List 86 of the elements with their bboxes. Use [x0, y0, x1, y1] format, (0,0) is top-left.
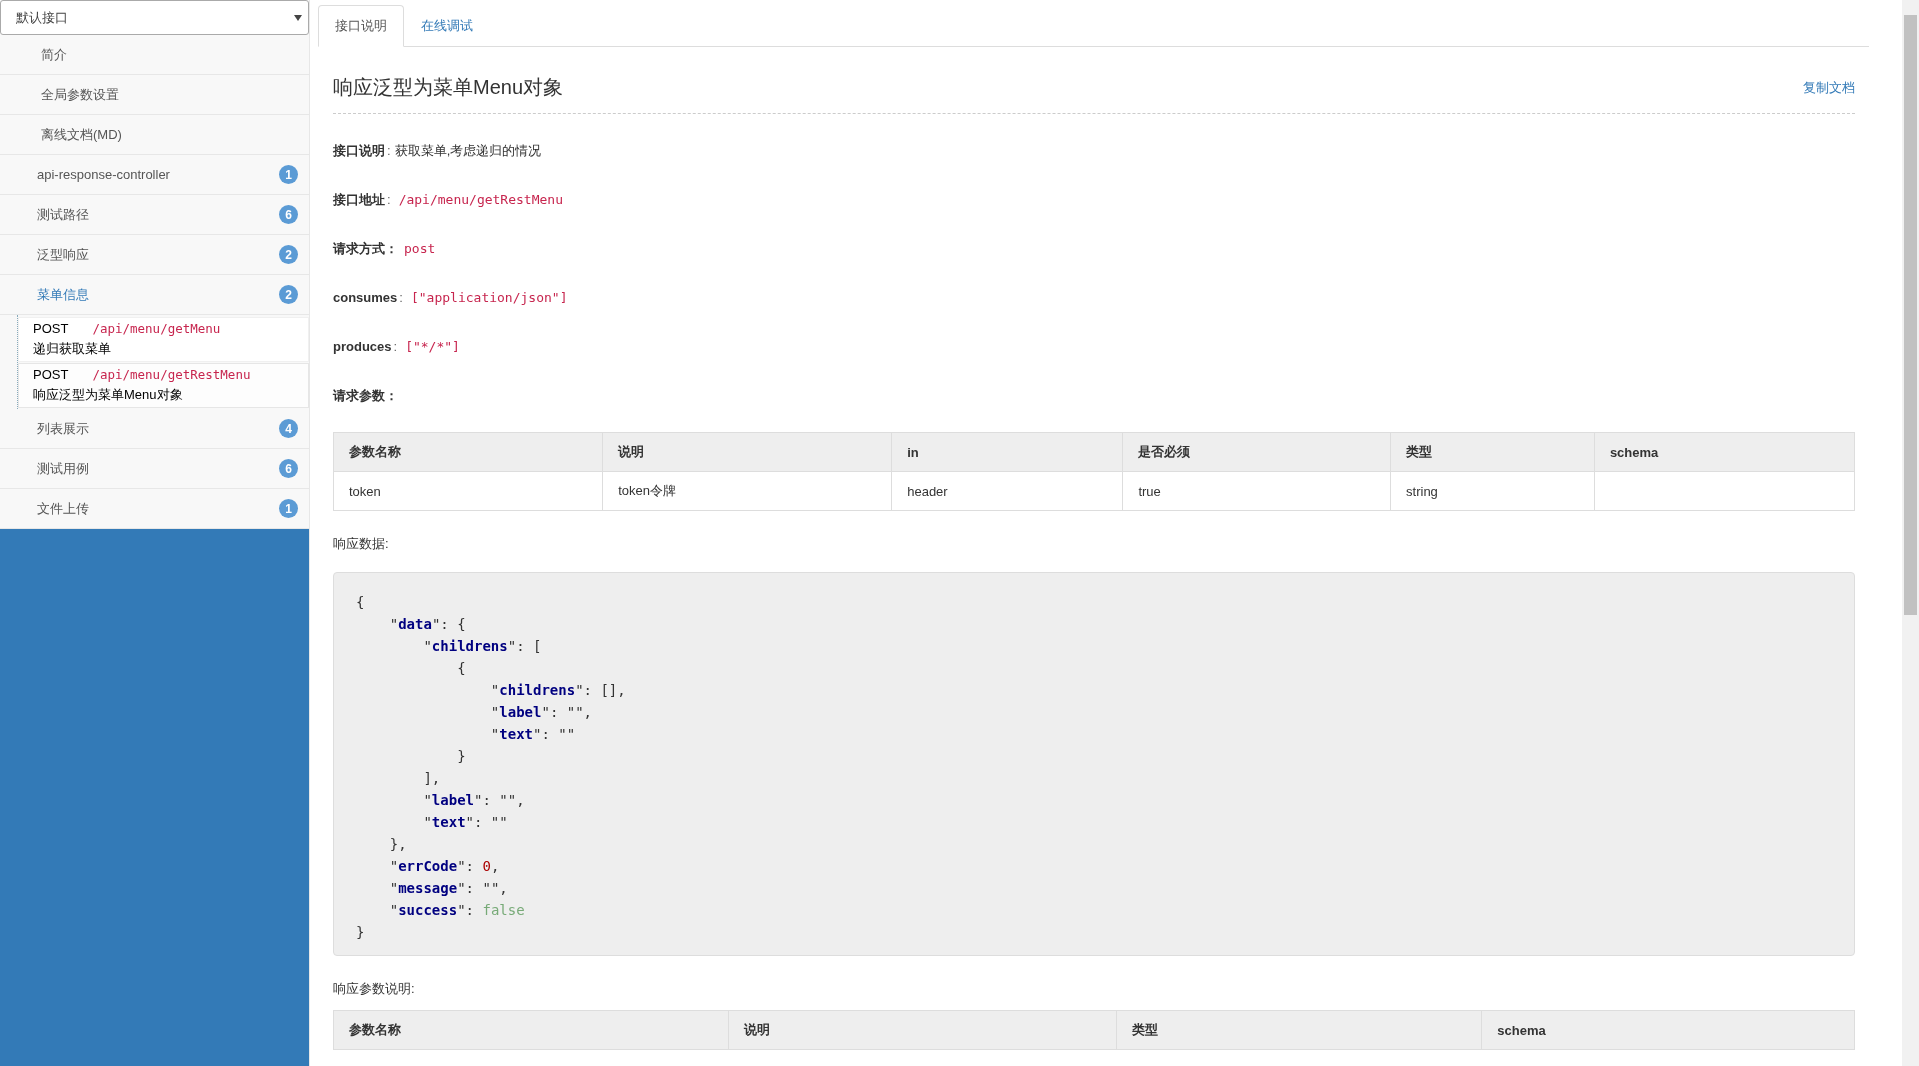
field-label: consumes	[333, 290, 398, 305]
column-header: 类型	[1390, 432, 1595, 472]
menu-group[interactable]: 测试路径 6	[0, 195, 309, 235]
field-value: /api/menu/getRestMenu	[397, 192, 564, 207]
field-value: 获取菜单,考虑递归的情况	[394, 141, 542, 160]
menu-group[interactable]: 菜单信息 2	[0, 275, 309, 315]
count-badge: 4	[279, 419, 298, 438]
code-line: "text": ""	[422, 813, 508, 832]
copy-doc-link[interactable]: 复制文档	[1803, 78, 1855, 97]
column-header: schema	[1481, 1010, 1855, 1050]
column-header: 类型	[1116, 1010, 1482, 1050]
column-header: 是否必须	[1122, 432, 1391, 472]
field-separator: :	[393, 339, 398, 354]
code-line: {	[456, 659, 466, 678]
scrollbar[interactable]	[1902, 0, 1919, 1066]
count-badge: 1	[279, 165, 298, 184]
count-badge: 2	[279, 245, 298, 264]
code-line: {	[356, 593, 365, 612]
menu-item[interactable]: 全局参数设置	[0, 75, 309, 115]
http-method: POST	[33, 321, 69, 336]
code-line: "success": false	[388, 901, 525, 920]
endpoint-item[interactable]: POST /api/menu/getRestMenu 响应泛型为菜单Menu对象	[18, 363, 309, 408]
table-cell: header	[891, 471, 1123, 511]
field-separator: :	[387, 192, 391, 207]
code-line: "label": "",	[489, 703, 593, 722]
table-cell: true	[1122, 471, 1391, 511]
menu-group-label: 泛型响应	[37, 245, 89, 264]
doc-title: 响应泛型为菜单Menu对象	[333, 75, 564, 100]
menu-group-label: 菜单信息	[37, 285, 89, 304]
menu-group[interactable]: api-response-controller 1	[0, 155, 309, 195]
field-label: 接口说明	[333, 141, 385, 160]
count-badge: 1	[279, 499, 298, 518]
field-separator: :	[387, 143, 391, 158]
code-line: "text": ""	[489, 725, 576, 744]
field-label: 请求参数：	[333, 386, 398, 405]
code-line: }	[456, 747, 466, 766]
menu-group-label: 列表展示	[37, 419, 89, 438]
field-label: 接口地址	[333, 190, 385, 209]
code-line: ],	[422, 769, 441, 788]
field-value: post	[403, 241, 437, 256]
menu-group-label: api-response-controller	[37, 167, 170, 182]
count-badge: 2	[279, 285, 298, 304]
endpoint-summary: 响应泛型为菜单Menu对象	[33, 386, 184, 404]
menu-item[interactable]: 简介	[0, 35, 309, 75]
field-value: ["application/json"]	[409, 290, 569, 305]
menu-group[interactable]: 测试用例 6	[0, 449, 309, 489]
endpoint-path: /api/menu/getMenu	[92, 321, 221, 336]
column-header: schema	[1594, 432, 1855, 472]
column-header: 说明	[602, 432, 892, 472]
http-method: POST	[33, 367, 69, 382]
endpoint-path: /api/menu/getRestMenu	[92, 367, 251, 382]
code-line: "data": {	[388, 615, 466, 634]
caret-icon	[294, 14, 302, 21]
table-cell: string	[1390, 471, 1595, 511]
column-header: 参数名称	[333, 1010, 729, 1050]
field-value: ["*/*"]	[404, 339, 461, 354]
count-badge: 6	[279, 205, 298, 224]
menu-group-label: 文件上传	[37, 499, 89, 518]
column-header: in	[891, 432, 1123, 472]
column-header: 说明	[728, 1010, 1117, 1050]
tab[interactable]: 接口说明	[318, 5, 404, 47]
section-label: 响应参数说明:	[333, 980, 416, 998]
column-header: 参数名称	[333, 432, 603, 472]
endpoint-item[interactable]: POST /api/menu/getMenu 递归获取菜单	[18, 317, 309, 362]
menu-group[interactable]: 泛型响应 2	[0, 235, 309, 275]
code-line: "errCode": 0,	[388, 857, 500, 876]
endpoint-summary: 递归获取菜单	[33, 340, 112, 358]
menu-group-label: 测试用例	[37, 459, 89, 478]
table-cell: token令牌	[602, 471, 892, 511]
menu-group-label: 测试路径	[37, 205, 89, 224]
code-line: "childrens": [	[422, 637, 542, 656]
section-label: 响应数据:	[333, 535, 390, 553]
field-label: produces	[333, 339, 392, 354]
code-line: "childrens": [],	[489, 681, 626, 700]
tab[interactable]: 在线调试	[404, 5, 490, 47]
code-line: }	[356, 923, 365, 942]
code-line: "label": "",	[422, 791, 525, 810]
count-badge: 6	[279, 459, 298, 478]
table-cell: token	[333, 471, 603, 511]
menu-group[interactable]: 列表展示 4	[0, 409, 309, 449]
field-label: 请求方式：	[333, 239, 398, 258]
menu-item[interactable]: 离线文档(MD)	[0, 115, 309, 155]
code-line: "message": "",	[388, 879, 508, 898]
group-select[interactable]: 默认接口	[0, 0, 309, 35]
field-separator: :	[399, 290, 403, 305]
code-line: },	[388, 835, 407, 854]
